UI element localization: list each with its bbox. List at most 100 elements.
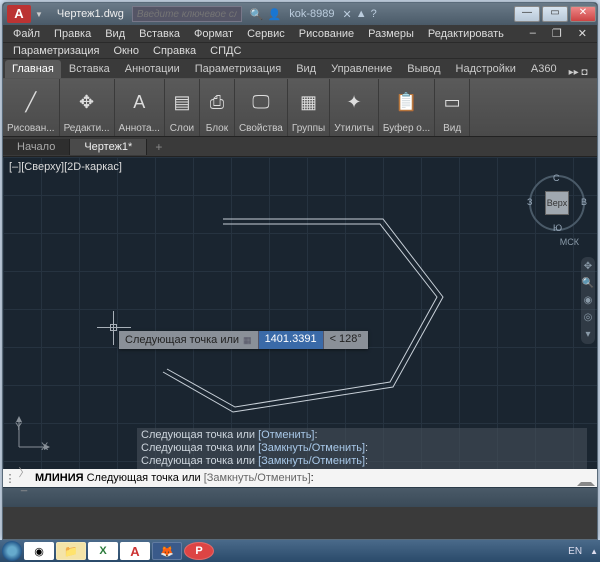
taskbar-explorer[interactable]: 📁	[56, 542, 86, 560]
ribbon-tab-addins[interactable]: Надстройки	[449, 60, 523, 78]
viewcube[interactable]: Верх С Ю В З	[529, 175, 585, 231]
ribbon-tab-home[interactable]: Главная	[5, 60, 61, 78]
ribbon-panel-draw[interactable]: ╱Рисован...	[3, 79, 60, 136]
viewcube-south[interactable]: Ю	[553, 223, 562, 233]
taskbar[interactable]: ◉ 📁 X A 🦊 P EN ▲	[0, 540, 600, 562]
cmd-handle-icon[interactable]: ⋮	[3, 472, 17, 485]
line-icon[interactable]: ╱	[18, 89, 44, 115]
dynamic-angle[interactable]: < 128°	[323, 331, 368, 349]
menu-tools[interactable]: Сервис	[241, 27, 291, 41]
ribbon-tab-view[interactable]: Вид	[289, 60, 323, 78]
search-input[interactable]	[132, 6, 242, 22]
title-icons-2: ✕ ▲ ?	[343, 8, 377, 21]
mdi-restore[interactable]: ❐	[546, 26, 568, 41]
dynamic-input[interactable]: Следующая точка или 1401.3391 < 128°	[119, 331, 368, 349]
minimize-button[interactable]: —	[514, 6, 540, 22]
history-line: Следующая точка или [Отменить]:	[141, 429, 583, 442]
command-history[interactable]: Следующая точка или [Отменить]: Следующа…	[137, 428, 587, 469]
menu-parametric[interactable]: Параметризация	[7, 44, 105, 58]
menu-insert[interactable]: Вставка	[133, 27, 186, 41]
language-indicator[interactable]: EN	[562, 546, 588, 557]
user-icon[interactable]: 👤	[268, 8, 282, 21]
utilities-icon[interactable]: ✦	[341, 89, 367, 115]
clipboard-icon[interactable]: 📋	[394, 89, 420, 115]
viewport-label[interactable]: [–][Сверху][2D-каркас]	[9, 161, 122, 173]
wcs-label: МСК	[560, 237, 579, 247]
cmd-options[interactable]: [Замкнуть/Отменить]	[204, 472, 311, 484]
layers-icon[interactable]: ▤	[169, 89, 195, 115]
menu-window[interactable]: Окно	[107, 44, 145, 58]
text-icon[interactable]: A	[126, 89, 152, 115]
viewcube-face[interactable]: Верх	[545, 191, 569, 215]
ribbon-panel-block[interactable]: ⎙Блок	[200, 79, 235, 136]
nav-zoom-icon[interactable]: 🔍	[582, 278, 594, 289]
ribbon-panel-layers[interactable]: ▤Слои	[165, 79, 200, 136]
nav-orbit-icon[interactable]: ◉	[584, 295, 593, 306]
ribbon-panel-clipboard[interactable]: 📋Буфер о...	[379, 79, 435, 136]
ribbon-tab-insert[interactable]: Вставка	[62, 60, 117, 78]
properties-icon[interactable]: 🖵	[248, 89, 274, 115]
menu-view[interactable]: Вид	[99, 27, 131, 41]
viewcube-north[interactable]: С	[553, 173, 560, 183]
ribbon-tab-output[interactable]: Вывод	[400, 60, 447, 78]
taskbar-app-p[interactable]: P	[184, 542, 214, 560]
ribbon-panel-groups[interactable]: ▦Группы	[288, 79, 330, 136]
command-line[interactable]: ⋮ 〉_ МЛИНИЯ Следующая точка или [Замкнут…	[3, 469, 597, 487]
groups-icon[interactable]: ▦	[296, 89, 322, 115]
drawing-canvas[interactable]: [–][Сверху][2D-каркас] Верх С Ю В З МСК …	[3, 157, 597, 487]
ribbon-scroll-icon[interactable]: ▸▸ ◘	[569, 67, 588, 78]
menubar-2: Параметризация Окно Справка СПДС	[3, 43, 597, 59]
menu-help[interactable]: Справка	[147, 44, 202, 58]
ribbon-tab-manage[interactable]: Управление	[324, 60, 399, 78]
nav-wheel-icon[interactable]: ◎	[584, 312, 593, 323]
doc-tab-add[interactable]: +	[147, 140, 170, 154]
cmd-chevron-icon[interactable]: 〉_	[17, 464, 31, 492]
start-button[interactable]	[2, 541, 22, 561]
mdi-minimize[interactable]: –	[524, 26, 542, 41]
menu-format[interactable]: Формат	[188, 27, 239, 41]
taskbar-chrome[interactable]: ◉	[24, 542, 54, 560]
doc-tab-start[interactable]: Начало	[3, 139, 70, 155]
ribbon-panel-annotation[interactable]: AАннота...	[115, 79, 165, 136]
move-icon[interactable]: ✥	[74, 89, 100, 115]
menu-draw[interactable]: Рисование	[293, 27, 360, 41]
qat-dropdown-icon[interactable]: ▼	[35, 10, 43, 19]
nav-more-icon[interactable]: ▾	[585, 329, 590, 340]
ribbon-panel-view[interactable]: ▭Вид	[435, 79, 470, 136]
navbar[interactable]: ✥ 🔍 ◉ ◎ ▾	[581, 257, 595, 344]
mdi-close[interactable]: ✕	[572, 26, 593, 41]
taskbar-autocad[interactable]: A	[120, 542, 150, 560]
ribbon-panel-utilities[interactable]: ✦Утилиты	[330, 79, 379, 136]
menu-dimension[interactable]: Размеры	[362, 27, 420, 41]
dynamic-prompt: Следующая точка или	[119, 331, 258, 349]
user-name[interactable]: kok-8989	[289, 8, 334, 20]
taskbar-excel[interactable]: X	[88, 542, 118, 560]
view-icon[interactable]: ▭	[439, 89, 465, 115]
ribbon-panel-modify[interactable]: ✥Редакти...	[60, 79, 115, 136]
viewcube-east[interactable]: В	[581, 197, 587, 207]
menu-spds[interactable]: СПДС	[204, 44, 247, 58]
close-button[interactable]: ✕	[570, 6, 596, 22]
ribbon-tab-a360[interactable]: A360	[524, 60, 564, 78]
statusbar[interactable]	[3, 487, 597, 507]
search-icon[interactable]: 🔍	[250, 8, 264, 21]
ribbon-tab-annotate[interactable]: Аннотации	[118, 60, 187, 78]
menu-edit[interactable]: Правка	[48, 27, 97, 41]
help-icon[interactable]: ?	[371, 8, 377, 21]
menu-modify[interactable]: Редактировать	[422, 27, 510, 41]
ribbon-panel-properties[interactable]: 🖵Свойства	[235, 79, 288, 136]
exchange-icon[interactable]: ✕	[343, 8, 352, 21]
cloud-icon[interactable]: ▲	[356, 8, 367, 21]
nav-pan-icon[interactable]: ✥	[584, 261, 592, 272]
ribbon-tab-parametric[interactable]: Параметризация	[188, 60, 288, 78]
app-logo[interactable]: A	[7, 5, 31, 23]
maximize-button[interactable]: ▭	[542, 6, 568, 22]
taskbar-firefox[interactable]: 🦊	[152, 542, 182, 560]
dynamic-distance[interactable]: 1401.3391	[258, 331, 323, 349]
doc-tab-drawing[interactable]: Чертеж1*	[70, 139, 147, 155]
titlebar[interactable]: A ▼ Чертеж1.dwg 🔍 👤 kok-8989 ✕ ▲ ? — ▭ ✕	[3, 3, 597, 25]
tray-arrow-icon[interactable]: ▲	[590, 547, 598, 556]
block-icon[interactable]: ⎙	[204, 89, 230, 115]
menu-file[interactable]: Файл	[7, 27, 46, 41]
viewcube-west[interactable]: З	[527, 197, 532, 207]
